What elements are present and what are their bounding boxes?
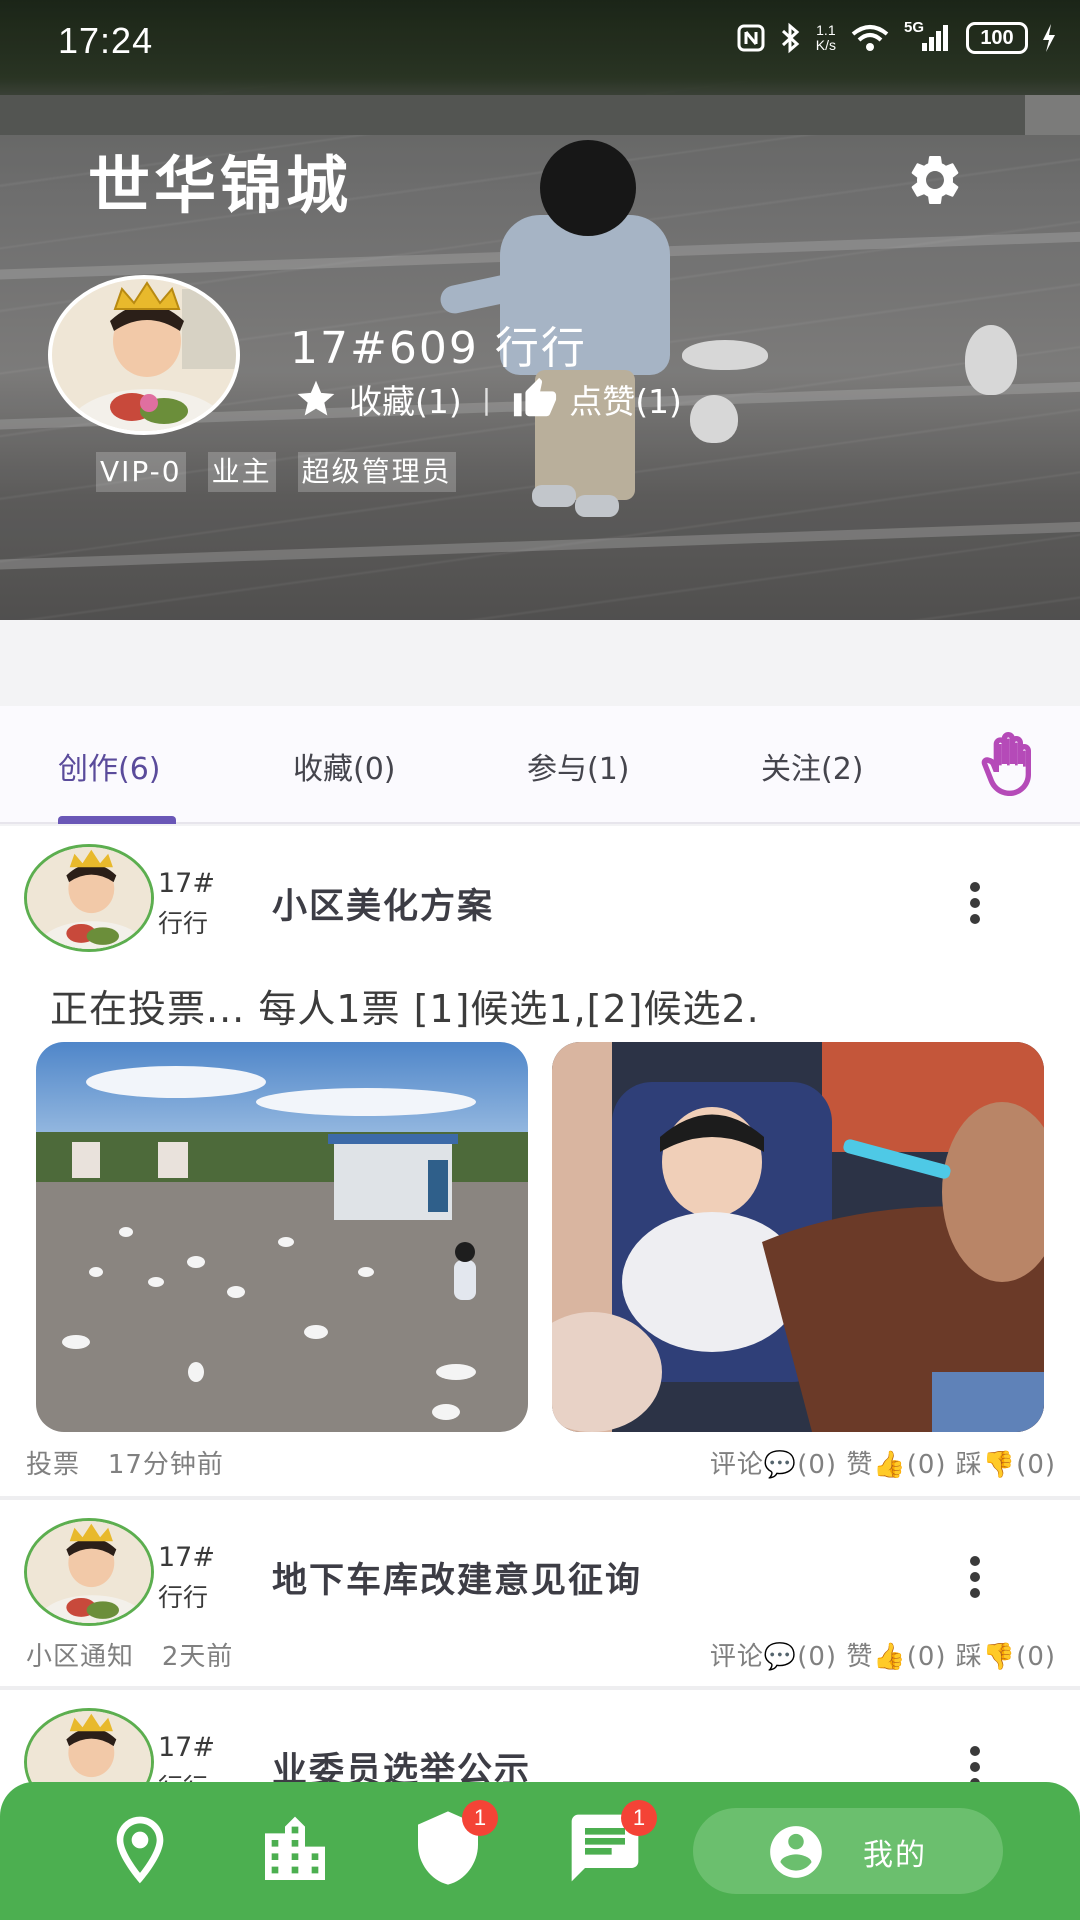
post-image[interactable] bbox=[36, 1042, 528, 1432]
tab-created[interactable]: 创作(6) bbox=[58, 744, 161, 788]
bottom-navigation: 1 1 我的 bbox=[0, 1782, 1080, 1920]
author-unit: 17# bbox=[158, 868, 215, 899]
post-category: 投票 bbox=[26, 1450, 81, 1480]
profile-page: 17:24 1.1 K/s 5G 100 世华锦城 17#609 行行 收藏(1… bbox=[0, 0, 1080, 1920]
role-badges: VIP-0 业主 超级管理员 bbox=[96, 452, 456, 492]
post-meta: 投票 17分钟前 bbox=[26, 1444, 224, 1481]
gear-icon[interactable] bbox=[905, 150, 965, 210]
stats-separator: | bbox=[481, 382, 492, 416]
nav-messages[interactable]: 1 bbox=[565, 1800, 685, 1898]
comment-button[interactable]: 评论💬(0) bbox=[710, 1642, 837, 1672]
status-icons: 1.1 K/s 5G 100 bbox=[736, 19, 1056, 54]
battery-indicator: 100 bbox=[966, 22, 1028, 54]
bluetooth-icon bbox=[781, 22, 800, 54]
dislike-button[interactable]: 踩👎(0) bbox=[956, 1642, 1056, 1672]
likes-count[interactable]: 点赞(1) bbox=[569, 375, 682, 423]
tab-participated[interactable]: 参与(1) bbox=[527, 744, 630, 788]
user-name: 17#609 行行 bbox=[290, 323, 587, 374]
star-icon bbox=[297, 380, 335, 416]
like-button[interactable]: 赞👍(0) bbox=[846, 1450, 946, 1480]
vip-badge: VIP-0 bbox=[96, 452, 186, 492]
more-options-icon[interactable] bbox=[960, 878, 990, 928]
notification-badge: 1 bbox=[462, 1800, 498, 1836]
author-unit: 17# bbox=[158, 1732, 215, 1763]
building-icon[interactable] bbox=[255, 1810, 335, 1890]
author-avatar[interactable] bbox=[24, 1518, 154, 1626]
author-avatar[interactable] bbox=[24, 844, 154, 952]
post-time: 2天前 bbox=[161, 1642, 234, 1672]
status-time: 17:24 bbox=[58, 20, 154, 61]
wifi-icon bbox=[851, 25, 889, 51]
post-actions: 评论💬(0) 赞👍(0) 踩👎(0) bbox=[710, 1444, 1056, 1481]
author-name: 行行 bbox=[158, 909, 209, 938]
nav-shield[interactable]: 1 bbox=[408, 1800, 528, 1898]
profile-avatar[interactable] bbox=[48, 275, 240, 435]
user-stats: 收藏(1) | 点赞(1) bbox=[293, 375, 682, 423]
community-name: 世华锦城 bbox=[88, 149, 353, 222]
comment-button[interactable]: 评论💬(0) bbox=[710, 1450, 837, 1480]
post-card[interactable]: 17# 行行 小区美化方案 正在投票... 每人1票 [1]候选1,[2]候选2… bbox=[0, 826, 1080, 1496]
dislike-button[interactable]: 踩👎(0) bbox=[956, 1450, 1056, 1480]
post-card[interactable]: 17# 行行 地下车库改建意见征询 小区通知 2天前 评论💬(0) 赞👍(0) … bbox=[0, 1500, 1080, 1686]
admin-badge: 超级管理员 bbox=[297, 452, 456, 492]
author-name: 行行 bbox=[158, 1583, 209, 1612]
nav-mine-button[interactable]: 我的 bbox=[693, 1808, 1003, 1894]
like-button[interactable]: 赞👍(0) bbox=[846, 1642, 946, 1672]
status-bar: 17:24 1.1 K/s 5G 100 bbox=[0, 0, 1080, 90]
post-summary: 正在投票... 每人1票 [1]候选1,[2]候选2. bbox=[50, 987, 760, 1031]
account-circle-icon bbox=[770, 1826, 822, 1878]
net-speed: 1.1 K/s bbox=[815, 22, 836, 53]
tab-favorites[interactable]: 收藏(0) bbox=[293, 744, 396, 788]
tab-following[interactable]: 关注(2) bbox=[761, 744, 864, 788]
post-title[interactable]: 地下车库改建意见征询 bbox=[272, 1552, 642, 1603]
post-image[interactable] bbox=[552, 1042, 1044, 1432]
post-meta: 小区通知 2天前 bbox=[26, 1636, 233, 1673]
favorites-count[interactable]: 收藏(1) bbox=[349, 375, 462, 423]
owner-badge: 业主 bbox=[207, 452, 276, 492]
post-feed: 17# 行行 小区美化方案 正在投票... 每人1票 [1]候选1,[2]候选2… bbox=[0, 826, 1080, 1920]
post-category: 小区通知 bbox=[26, 1642, 135, 1672]
notification-badge: 1 bbox=[621, 1800, 657, 1836]
location-pin-icon[interactable] bbox=[100, 1810, 180, 1890]
charging-icon bbox=[1043, 24, 1055, 52]
content-tabs: 创作(6) 收藏(0) 参与(1) 关注(2) bbox=[0, 706, 1080, 824]
signal-icon: 5G bbox=[904, 19, 952, 53]
raised-hand-icon[interactable] bbox=[975, 730, 1039, 798]
post-actions: 评论💬(0) 赞👍(0) 踩👎(0) bbox=[710, 1636, 1056, 1673]
thumbs-up-icon bbox=[514, 377, 557, 417]
nfc-icon bbox=[737, 24, 765, 52]
post-time: 17分钟前 bbox=[107, 1450, 224, 1480]
nav-mine-label: 我的 bbox=[863, 1838, 927, 1873]
active-tab-indicator bbox=[58, 816, 176, 824]
post-title[interactable]: 小区美化方案 bbox=[272, 878, 494, 929]
more-options-icon[interactable] bbox=[960, 1552, 990, 1602]
author-unit: 17# bbox=[158, 1542, 215, 1573]
